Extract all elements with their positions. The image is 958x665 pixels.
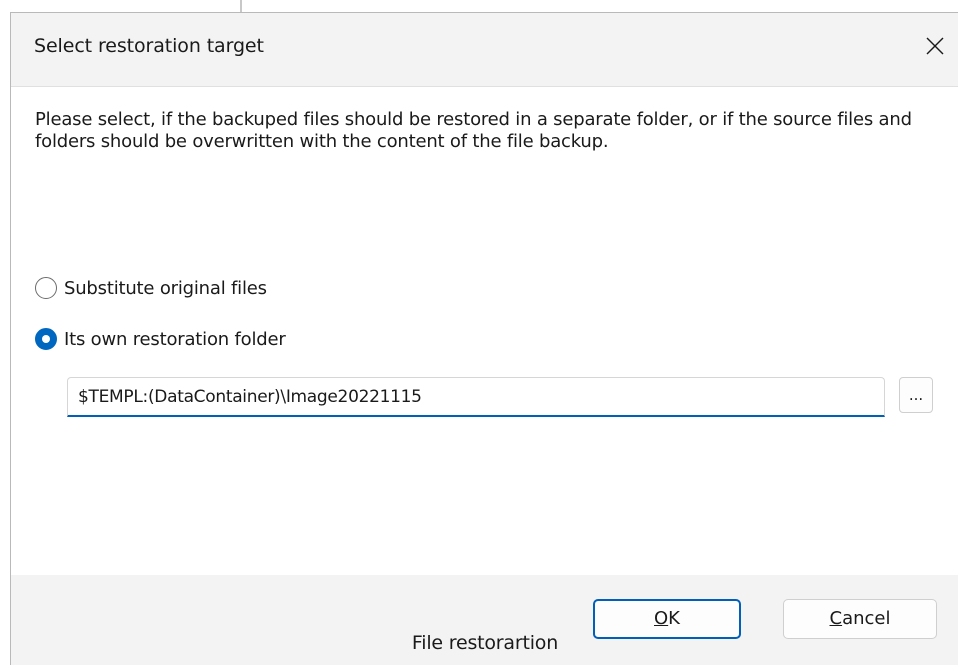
close-icon — [926, 37, 944, 55]
restoration-target-dialog: Select restoration target Please select,… — [10, 12, 958, 665]
screenshot-stage: Select restoration target Please select,… — [0, 0, 958, 665]
radio-own-restoration-folder[interactable]: Its own restoration folder — [35, 328, 286, 350]
close-button[interactable] — [918, 29, 952, 63]
background-window-edge — [240, 0, 242, 12]
radio-button-unselected[interactable] — [35, 277, 57, 299]
dialog-description: Please select, if the backuped files sho… — [35, 109, 912, 152]
cancel-accelerator: C — [829, 608, 843, 629]
figure-caption: File restorartion — [411, 632, 559, 654]
dialog-title: Select restoration target — [34, 35, 264, 57]
ok-label-rest: K — [668, 608, 680, 629]
radio-substitute-label: Substitute original files — [64, 277, 267, 299]
restoration-folder-input[interactable] — [67, 377, 885, 417]
browse-button[interactable]: ... — [899, 377, 933, 413]
cancel-label-rest: ancel — [842, 608, 891, 629]
radio-substitute-original-files[interactable]: Substitute original files — [35, 277, 267, 299]
ok-accelerator: O — [654, 608, 669, 629]
radio-own-folder-label: Its own restoration folder — [64, 328, 286, 350]
radio-button-selected[interactable] — [35, 328, 57, 350]
dialog-titlebar: Select restoration target — [11, 13, 958, 87]
dialog-content: Please select, if the backuped files sho… — [11, 87, 958, 575]
